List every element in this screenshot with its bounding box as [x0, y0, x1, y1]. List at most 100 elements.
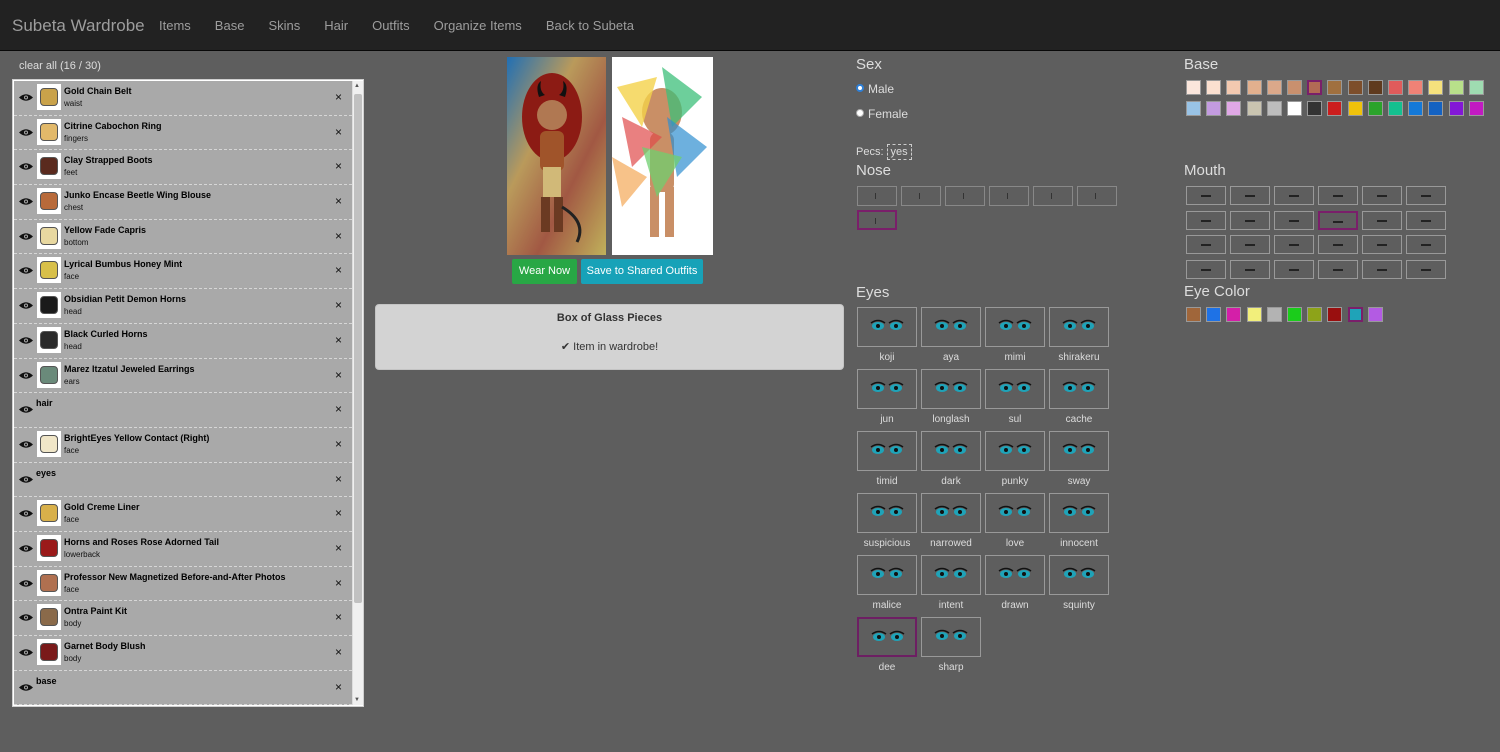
mouth-option[interactable]	[1186, 259, 1226, 279]
nav-items[interactable]: Items	[147, 0, 203, 51]
remove-item-icon[interactable]: ×	[335, 645, 342, 659]
eye-style-thumbnail[interactable]	[921, 493, 981, 533]
mouth-option[interactable]	[1362, 259, 1402, 279]
eye-visibility-icon[interactable]	[19, 336, 33, 345]
eye-visibility-icon[interactable]	[19, 197, 33, 206]
base-color-swatch[interactable]	[1307, 101, 1323, 116]
base-color-swatch[interactable]	[1287, 101, 1302, 116]
eye-visibility-icon[interactable]	[19, 613, 33, 622]
eye-color-swatch[interactable]	[1266, 307, 1282, 322]
base-color-swatch[interactable]	[1367, 101, 1383, 116]
eye-style-option[interactable]: shirakeru	[1049, 307, 1109, 363]
nav-back-to-subeta[interactable]: Back to Subeta	[534, 0, 646, 51]
mouth-option[interactable]	[1362, 235, 1402, 254]
remove-item-icon[interactable]: ×	[335, 298, 342, 312]
mouth-option[interactable]	[1406, 186, 1446, 205]
eye-visibility-icon[interactable]	[19, 266, 33, 275]
remove-item-icon[interactable]: ×	[335, 333, 342, 347]
eye-visibility-icon[interactable]	[19, 579, 33, 588]
eye-style-option[interactable]: intent	[921, 555, 981, 611]
scrollbar-thumb[interactable]	[354, 94, 362, 603]
radio-selected-icon[interactable]	[856, 84, 864, 92]
eye-style-option[interactable]: dee	[857, 617, 917, 673]
remove-item-icon[interactable]: ×	[335, 506, 342, 520]
nose-option[interactable]	[989, 186, 1029, 206]
sex-radio-male[interactable]: Male	[856, 82, 894, 96]
base-color-swatch[interactable]	[1408, 80, 1424, 95]
eye-style-thumbnail[interactable]	[985, 555, 1045, 595]
eye-style-option[interactable]: drawn	[985, 555, 1045, 611]
eye-visibility-icon[interactable]	[19, 509, 33, 518]
base-color-swatch[interactable]	[1246, 80, 1262, 95]
nav-organize-items[interactable]: Organize Items	[422, 0, 534, 51]
nose-option[interactable]	[945, 186, 985, 206]
eye-visibility-icon[interactable]	[19, 232, 33, 241]
eye-color-swatch[interactable]	[1347, 307, 1363, 322]
scroll-up-arrow-icon[interactable]: ▲	[354, 83, 360, 89]
eye-visibility-icon[interactable]	[19, 128, 33, 137]
remove-item-icon[interactable]: ×	[335, 680, 342, 694]
base-color-swatch[interactable]	[1186, 101, 1201, 116]
nav-hair[interactable]: Hair	[312, 0, 360, 51]
eye-visibility-icon[interactable]	[19, 405, 33, 414]
eye-style-option[interactable]: punky	[985, 431, 1045, 487]
base-color-swatch[interactable]	[1246, 101, 1262, 116]
mouth-option[interactable]	[1230, 235, 1270, 254]
eye-style-thumbnail[interactable]	[1049, 555, 1109, 595]
eye-style-thumbnail[interactable]	[921, 617, 981, 657]
remove-item-icon[interactable]: ×	[335, 125, 342, 139]
eye-style-option[interactable]: dark	[921, 431, 981, 487]
eye-style-thumbnail[interactable]	[921, 369, 981, 409]
eye-style-option[interactable]: timid	[857, 431, 917, 487]
eye-style-option[interactable]: koji	[857, 307, 917, 363]
nose-option[interactable]	[857, 186, 897, 206]
mouth-option[interactable]	[1362, 210, 1402, 230]
nose-option[interactable]	[1033, 186, 1073, 206]
eye-style-option[interactable]: sharp	[921, 617, 981, 673]
base-color-swatch[interactable]	[1186, 80, 1201, 95]
base-color-swatch[interactable]	[1287, 80, 1302, 95]
eye-style-thumbnail[interactable]	[985, 369, 1045, 409]
mouth-option[interactable]	[1362, 186, 1402, 205]
base-color-swatch[interactable]	[1388, 80, 1403, 95]
mouth-option[interactable]	[1318, 210, 1358, 230]
mouth-option[interactable]	[1230, 186, 1270, 205]
eye-color-swatch[interactable]	[1186, 307, 1201, 322]
remove-item-icon[interactable]: ×	[335, 610, 342, 624]
nav-base[interactable]: Base	[203, 0, 257, 51]
eye-visibility-icon[interactable]	[19, 475, 33, 484]
eye-style-thumbnail[interactable]	[857, 617, 917, 657]
mouth-option[interactable]	[1186, 186, 1226, 205]
eye-style-option[interactable]: suspicious	[857, 493, 917, 549]
base-color-swatch[interactable]	[1448, 80, 1464, 95]
mouth-option[interactable]	[1230, 259, 1270, 279]
base-color-swatch[interactable]	[1448, 101, 1464, 116]
base-color-swatch[interactable]	[1266, 101, 1282, 116]
eye-style-option[interactable]: jun	[857, 369, 917, 425]
eye-style-option[interactable]: narrowed	[921, 493, 981, 549]
eye-style-thumbnail[interactable]	[857, 369, 917, 409]
remove-item-icon[interactable]: ×	[335, 576, 342, 590]
base-color-swatch[interactable]	[1206, 80, 1222, 95]
mouth-option[interactable]	[1274, 210, 1314, 230]
wear-now-button[interactable]: Wear Now	[512, 259, 577, 284]
scroll-down-arrow-icon[interactable]: ▼	[354, 697, 360, 703]
scrollbar[interactable]: ▲ ▼	[352, 81, 363, 705]
nose-option[interactable]	[1077, 186, 1117, 206]
base-color-swatch[interactable]	[1266, 80, 1282, 95]
remove-item-icon[interactable]: ×	[335, 368, 342, 382]
eye-visibility-icon[interactable]	[19, 440, 33, 449]
eye-style-option[interactable]: innocent	[1049, 493, 1109, 549]
eye-style-thumbnail[interactable]	[921, 555, 981, 595]
eye-style-option[interactable]: sul	[985, 369, 1045, 425]
eye-style-thumbnail[interactable]	[857, 493, 917, 533]
base-color-swatch[interactable]	[1388, 101, 1403, 116]
eye-visibility-icon[interactable]	[19, 683, 33, 692]
brand-title[interactable]: Subeta Wardrobe	[12, 16, 145, 36]
eye-color-swatch[interactable]	[1327, 307, 1343, 322]
base-color-swatch[interactable]	[1307, 80, 1323, 95]
remove-item-icon[interactable]: ×	[335, 159, 342, 173]
eye-style-thumbnail[interactable]	[985, 431, 1045, 471]
mouth-option[interactable]	[1274, 235, 1314, 254]
nav-outfits[interactable]: Outfits	[360, 0, 422, 51]
